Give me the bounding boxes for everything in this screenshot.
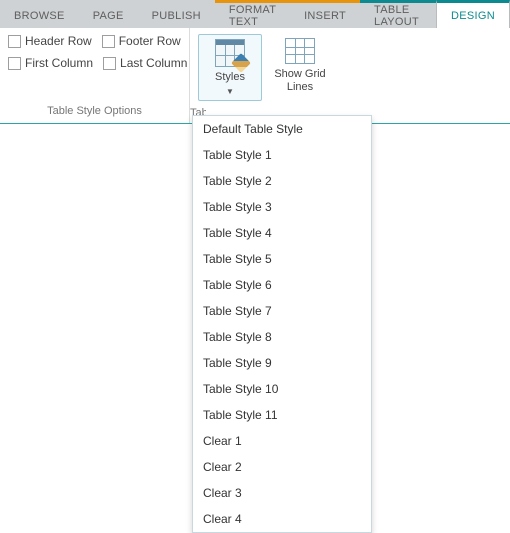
styles-menu-item[interactable]: Clear 4 xyxy=(193,506,371,532)
styles-menu-item[interactable]: Table Style 7 xyxy=(193,298,371,324)
tab-insert[interactable]: INSERT xyxy=(290,0,360,28)
styles-menu-item[interactable]: Table Style 5 xyxy=(193,246,371,272)
ribbon-tabstrip: BROWSE PAGE PUBLISH FORMAT TEXT INSERT T… xyxy=(0,0,510,28)
checkbox-last-column[interactable]: Last Column xyxy=(103,56,187,70)
styles-menu-item[interactable]: Clear 2 xyxy=(193,454,371,480)
show-grid-lines-button[interactable]: Show Grid Lines xyxy=(268,34,332,96)
styles-menu-item[interactable]: Table Style 4 xyxy=(193,220,371,246)
group-table-styles: Styles ▼ Show Grid Lines xyxy=(190,28,340,123)
table-styles-icon xyxy=(215,39,245,67)
checkbox-label: Footer Row xyxy=(119,34,181,48)
checkbox-icon xyxy=(8,35,21,48)
styles-menu-item[interactable]: Table Style 1 xyxy=(193,142,371,168)
checkbox-first-column[interactable]: First Column xyxy=(8,56,93,70)
styles-button[interactable]: Styles ▼ xyxy=(198,34,262,101)
checkbox-header-row[interactable]: Header Row xyxy=(8,34,92,48)
checkbox-icon xyxy=(8,57,21,70)
tab-format-text[interactable]: FORMAT TEXT xyxy=(215,0,290,28)
button-label-l2: Lines xyxy=(287,81,313,93)
ribbon-body: Header Row Footer Row First Column Last … xyxy=(0,28,510,124)
styles-menu-item[interactable]: Table Style 6 xyxy=(193,272,371,298)
group-table-style-options: Header Row Footer Row First Column Last … xyxy=(0,28,190,123)
styles-menu-item[interactable]: Table Style 9 xyxy=(193,350,371,376)
styles-menu-item[interactable]: Table Style 3 xyxy=(193,194,371,220)
styles-menu-item[interactable]: Table Style 10 xyxy=(193,376,371,402)
styles-menu-item[interactable]: Table Style 11 xyxy=(193,402,371,428)
checkbox-label: Header Row xyxy=(25,34,92,48)
checkbox-icon xyxy=(102,35,115,48)
tab-table-layout[interactable]: TABLE LAYOUT xyxy=(360,0,436,28)
tab-design[interactable]: DESIGN xyxy=(436,0,510,28)
styles-menu-item[interactable]: Table Style 8 xyxy=(193,324,371,350)
checkbox-footer-row[interactable]: Footer Row xyxy=(102,34,181,48)
grid-lines-icon xyxy=(285,38,315,64)
button-label: Styles xyxy=(215,71,245,83)
checkbox-icon xyxy=(103,57,116,70)
styles-dropdown: Default Table StyleTable Style 1Table St… xyxy=(192,115,372,533)
styles-menu-item[interactable]: Clear 3 xyxy=(193,480,371,506)
group-label-options: Table Style Options xyxy=(8,103,181,121)
checkbox-label: First Column xyxy=(25,56,93,70)
styles-menu-item[interactable]: Clear 1 xyxy=(193,428,371,454)
tab-browse[interactable]: BROWSE xyxy=(0,0,79,28)
checkbox-label: Last Column xyxy=(120,56,187,70)
tab-publish[interactable]: PUBLISH xyxy=(138,0,215,28)
button-label-l1: Show Grid xyxy=(274,68,325,80)
styles-menu-item[interactable]: Table Style 2 xyxy=(193,168,371,194)
styles-menu-item[interactable]: Default Table Style xyxy=(193,116,371,142)
tab-page[interactable]: PAGE xyxy=(79,0,138,28)
dropdown-arrow-icon: ▼ xyxy=(215,85,245,98)
